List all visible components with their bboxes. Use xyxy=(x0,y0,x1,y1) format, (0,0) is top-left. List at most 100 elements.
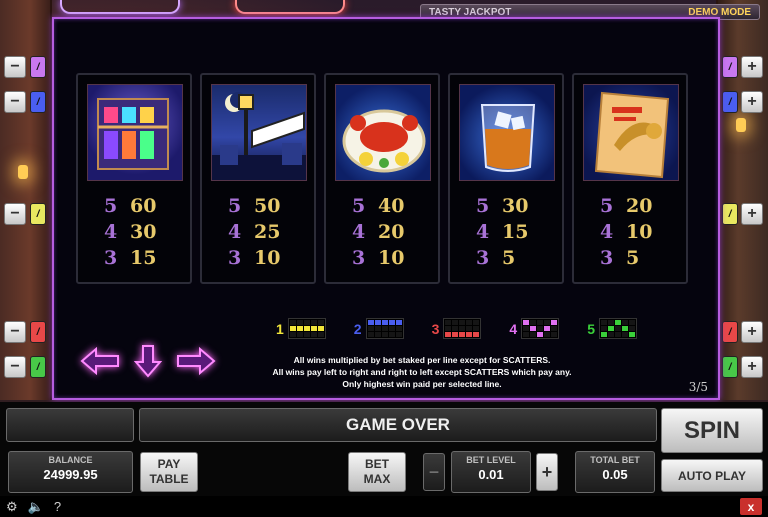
line-minus-button-4[interactable]: − xyxy=(4,321,26,343)
whisky-glass-icon xyxy=(459,84,555,181)
gear-icon[interactable]: ⚙ xyxy=(6,499,18,515)
pay-value: 10 xyxy=(254,247,281,269)
pay-count: 5 xyxy=(352,195,366,217)
pay-count: 3 xyxy=(228,247,242,269)
line-tab-right-1[interactable]: / xyxy=(722,56,738,78)
line-tab-left-3[interactable]: / xyxy=(30,203,46,225)
status-display: GAME OVER xyxy=(139,408,657,442)
paylines-legend: 1 2 3 4 5 xyxy=(276,318,637,339)
total-bet-value: 0.05 xyxy=(602,467,628,482)
line-tab-right-2[interactable]: / xyxy=(722,91,738,113)
symbol-card: 5 20 4 10 35 xyxy=(572,73,688,284)
pay-count: 5 xyxy=(600,195,614,217)
pay-table-label-2: TABLE xyxy=(149,472,189,486)
pay-value: 60 xyxy=(130,195,157,217)
bet-level-display: BET LEVEL 0.01 xyxy=(451,451,531,493)
pay-value: 10 xyxy=(626,221,653,243)
pay-count: 4 xyxy=(228,221,242,243)
pay-count: 5 xyxy=(476,195,490,217)
pay-values: 5 30 4 15 35 xyxy=(476,193,528,271)
rules-line-3: Only highest win paid per selected line. xyxy=(342,379,502,389)
help-button[interactable]: ? xyxy=(54,499,61,514)
neon-sign-center xyxy=(235,0,345,14)
bet-max-label-1: BET xyxy=(365,457,389,471)
pay-value: 15 xyxy=(130,247,157,269)
line-tab-left-4[interactable]: / xyxy=(30,321,46,343)
street-sign-icon xyxy=(211,84,307,181)
line-plus-button-4[interactable]: + xyxy=(741,321,763,343)
paytable-panel: 5 60 4 30 3 15 5 50 4 25 3 10 5 40 4 20 … xyxy=(52,17,720,400)
total-bet-display: TOTAL BET 0.05 xyxy=(575,451,655,493)
pay-value: 40 xyxy=(378,195,405,217)
line-plus-button-2[interactable]: + xyxy=(741,91,763,113)
close-button[interactable]: x xyxy=(740,498,762,515)
payline-5: 5 xyxy=(587,318,637,339)
payline-number: 4 xyxy=(509,320,518,337)
payline-grid-icon xyxy=(521,318,560,339)
pay-value: 5 xyxy=(502,247,516,269)
payline-1: 1 xyxy=(276,318,326,339)
pay-count: 5 xyxy=(104,195,118,217)
rules-text: All wins multiplied by bet staked per li… xyxy=(262,354,582,390)
win-display xyxy=(6,408,134,442)
pay-values: 5 40 4 20 3 10 xyxy=(352,193,404,271)
paytable-navigation xyxy=(80,344,216,378)
arrow-down-icon[interactable] xyxy=(134,344,162,378)
line-tab-right-5[interactable]: / xyxy=(722,356,738,378)
bet-level-label: BET LEVEL xyxy=(466,455,516,465)
line-plus-button-3[interactable]: + xyxy=(741,203,763,225)
payline-number: 2 xyxy=(353,320,362,337)
neon-sign-left xyxy=(60,0,180,14)
auto-play-button[interactable]: AUTO PLAY xyxy=(661,459,763,492)
pay-value: 15 xyxy=(502,221,529,243)
pay-value: 30 xyxy=(130,221,157,243)
payline-4: 4 xyxy=(509,318,560,339)
line-tab-left-2[interactable]: / xyxy=(30,91,46,113)
line-tab-right-3[interactable]: / xyxy=(722,203,738,225)
footer-bar: ⚙ 🔈 ? xyxy=(0,496,768,517)
pay-value: 20 xyxy=(378,221,405,243)
line-tab-right-4[interactable]: / xyxy=(722,321,738,343)
pay-value: 10 xyxy=(378,247,405,269)
rules-line-2: All wins pay left to right and right to … xyxy=(272,367,572,377)
line-tab-left-5[interactable]: / xyxy=(30,356,46,378)
payline-grid-icon xyxy=(365,318,404,339)
pay-count: 4 xyxy=(352,221,366,243)
payline-grid-icon xyxy=(287,318,326,339)
pay-count: 3 xyxy=(600,247,614,269)
speaker-icon[interactable]: 🔈 xyxy=(28,499,44,515)
balance-value: 24999.95 xyxy=(43,467,98,482)
line-minus-button-5[interactable]: − xyxy=(4,356,26,378)
pay-count: 5 xyxy=(228,195,242,217)
bar-building-icon xyxy=(87,84,183,181)
arrow-right-icon[interactable] xyxy=(176,347,216,375)
payline-number: 1 xyxy=(276,320,284,337)
balance-label: BALANCE xyxy=(48,455,93,465)
jackpot-label: TASTY JACKPOT xyxy=(429,6,512,18)
pay-count: 3 xyxy=(476,247,490,269)
pay-values: 5 50 4 25 3 10 xyxy=(228,193,280,271)
bet-max-button[interactable]: BET MAX xyxy=(348,452,406,492)
pay-values: 5 60 4 30 3 15 xyxy=(104,193,156,271)
status-text: GAME OVER xyxy=(346,415,450,434)
line-tab-left-1[interactable]: / xyxy=(30,56,46,78)
arrow-left-icon[interactable] xyxy=(80,347,120,375)
line-plus-button-5[interactable]: + xyxy=(741,356,763,378)
line-minus-button-3[interactable]: − xyxy=(4,203,26,225)
payline-grid-icon xyxy=(598,318,637,339)
line-minus-button-1[interactable]: − xyxy=(4,56,26,78)
spin-label: SPIN xyxy=(683,416,740,444)
spin-button[interactable]: SPIN xyxy=(661,408,763,453)
line-plus-button-1[interactable]: + xyxy=(741,56,763,78)
pay-count: 3 xyxy=(352,247,366,269)
payline-2: 2 xyxy=(354,318,404,339)
bet-level-plus-button[interactable]: + xyxy=(536,453,558,491)
symbol-card: 5 30 4 15 35 xyxy=(448,73,564,284)
bet-level-minus-button[interactable]: − xyxy=(423,453,445,491)
pay-table-button[interactable]: PAY TABLE xyxy=(140,452,198,492)
line-minus-button-2[interactable]: − xyxy=(4,91,26,113)
demo-mode-label: DEMO MODE xyxy=(688,6,751,18)
pay-count: 4 xyxy=(476,221,490,243)
pay-value: 20 xyxy=(626,195,653,217)
symbol-card: 5 60 4 30 3 15 xyxy=(76,73,192,284)
